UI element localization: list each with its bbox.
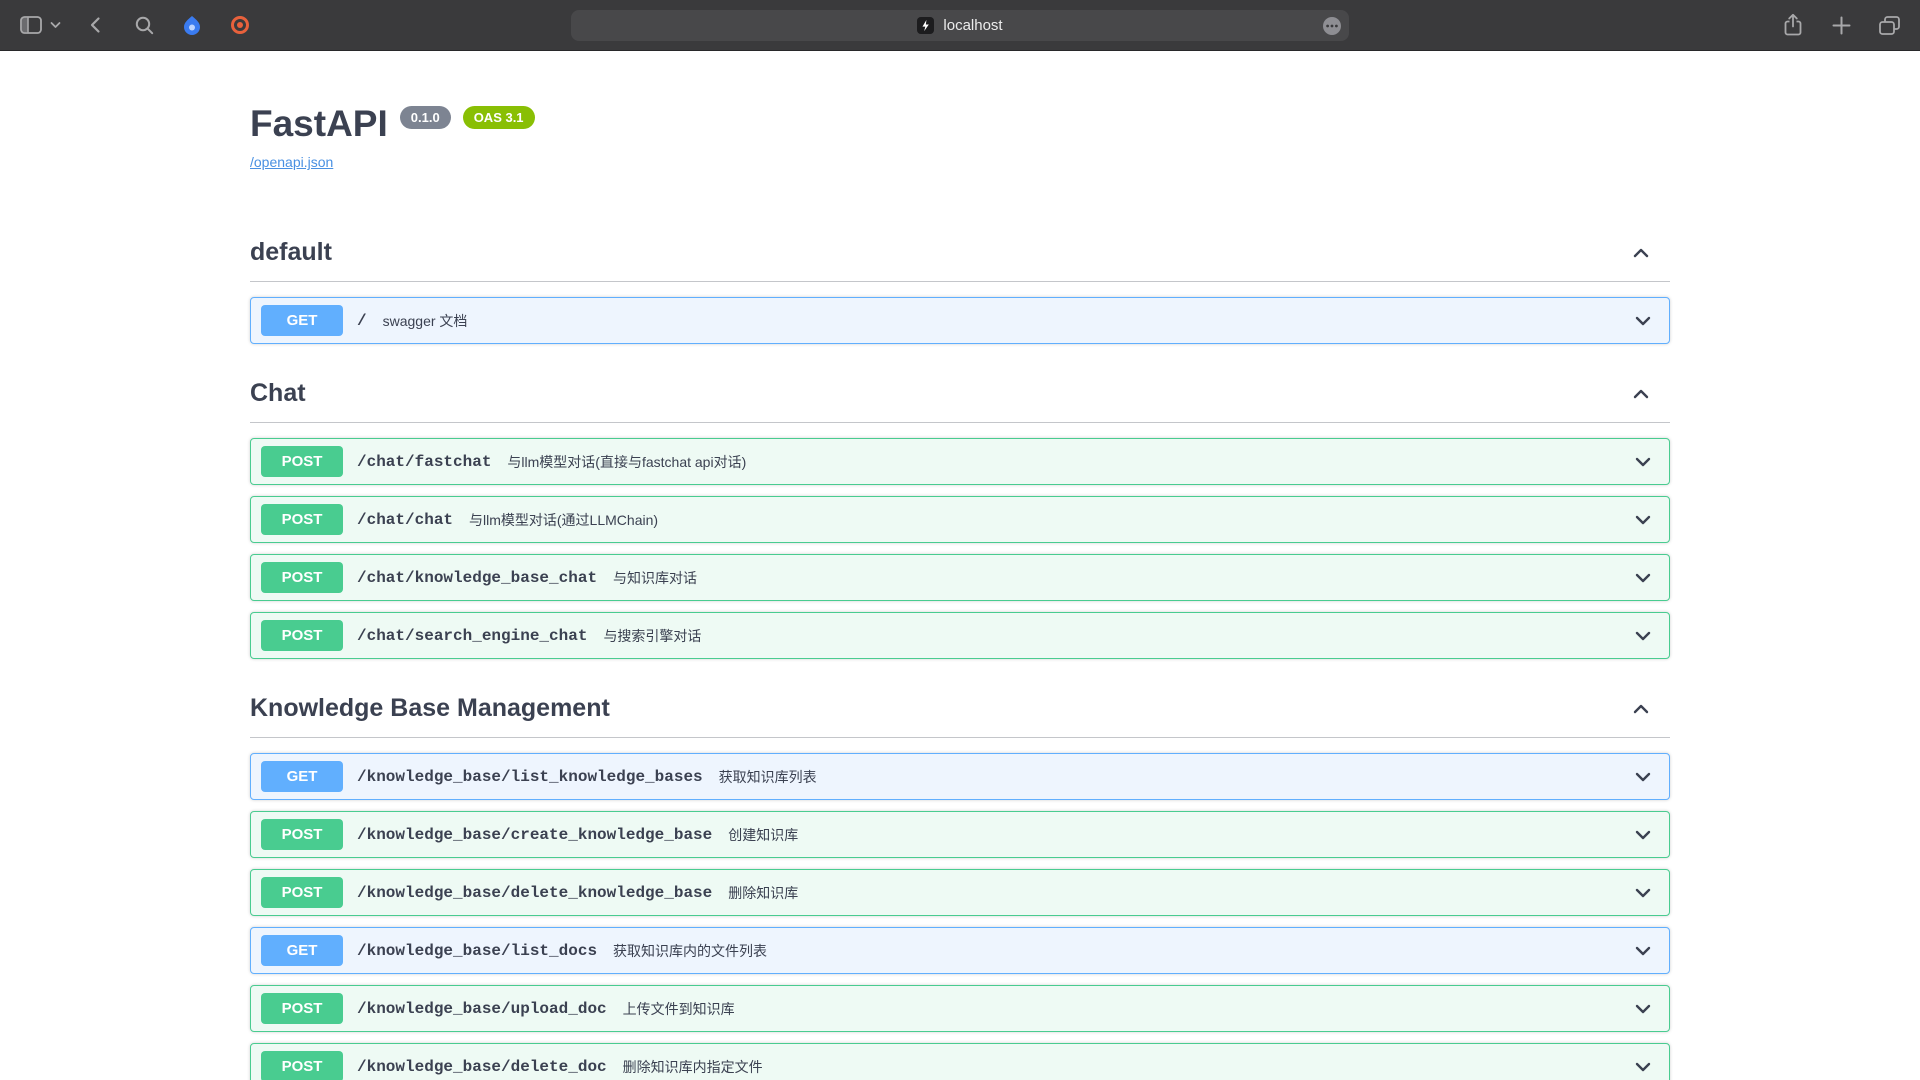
endpoint-description: 上传文件到知识库 — [623, 999, 735, 1019]
api-info: FastAPI 0.1.0 OAS 3.1 /openapi.json — [250, 51, 1670, 172]
api-sections: default GET / swagger 文档 Chat POST/chat/fastc… — [250, 230, 1670, 1080]
method-badge: POST — [261, 877, 343, 908]
method-badge: POST — [261, 1051, 343, 1080]
chevron-down-icon[interactable] — [1627, 451, 1659, 473]
endpoint-path: / — [357, 312, 367, 330]
search-icon[interactable] — [131, 8, 157, 42]
section-title: default — [250, 238, 332, 267]
section-title: Chat — [250, 379, 306, 408]
endpoint-row[interactable]: POST/knowledge_base/create_knowledge_bas… — [250, 811, 1670, 858]
method-badge: POST — [261, 620, 343, 651]
method-badge: POST — [261, 819, 343, 850]
endpoint-row[interactable]: POST/chat/knowledge_base_chat 与知识库对话 — [250, 554, 1670, 601]
chevron-down-icon[interactable] — [1627, 882, 1659, 904]
method-badge: POST — [261, 446, 343, 477]
page-settings-icon[interactable] — [1322, 16, 1342, 40]
sidebar-chevron-down-icon[interactable] — [49, 8, 61, 42]
endpoint-path: /knowledge_base/list_knowledge_bases — [357, 768, 703, 786]
endpoint-description: 与知识库对话 — [613, 568, 697, 588]
new-tab-icon[interactable] — [1828, 8, 1854, 42]
endpoint-description: 获取知识库内的文件列表 — [613, 941, 767, 961]
share-icon[interactable] — [1780, 8, 1806, 42]
endpoint-description: 获取知识库列表 — [719, 767, 817, 787]
site-favicon — [917, 17, 934, 34]
extension-record-icon[interactable] — [227, 8, 253, 42]
method-badge: GET — [261, 761, 343, 792]
method-badge: POST — [261, 504, 343, 535]
endpoint-row[interactable]: GET / swagger 文档 — [250, 297, 1670, 344]
address-bar[interactable]: localhost — [571, 10, 1349, 41]
endpoint-row[interactable]: POST/knowledge_base/upload_doc 上传文件到知识库 — [250, 985, 1670, 1032]
section-header[interactable]: Knowledge Base Management — [250, 686, 1670, 738]
endpoint-path: /chat/fastchat — [357, 453, 491, 471]
endpoint-row[interactable]: POST/chat/chat 与llm模型对话(通过LLMChain) — [250, 496, 1670, 543]
endpoint-row[interactable]: GET/knowledge_base/list_docs 获取知识库内的文件列表 — [250, 927, 1670, 974]
url-text: localhost — [943, 17, 1002, 34]
section-title: Knowledge Base Management — [250, 694, 610, 723]
endpoint-path: /knowledge_base/list_docs — [357, 942, 597, 960]
endpoint-description: 删除知识库内指定文件 — [623, 1057, 763, 1077]
method-badge: GET — [261, 935, 343, 966]
endpoint-row[interactable]: POST/knowledge_base/delete_knowledge_bas… — [250, 869, 1670, 916]
chevron-down-icon[interactable] — [1627, 310, 1659, 332]
tab-overview-icon[interactable] — [1876, 8, 1902, 42]
toolbar-left-group — [18, 8, 253, 42]
section-header[interactable]: default — [250, 230, 1670, 282]
endpoint-row[interactable]: POST/chat/fastchat 与llm模型对话(直接与fastchat a… — [250, 438, 1670, 485]
endpoint-path: /chat/search_engine_chat — [357, 627, 587, 645]
toolbar-right-group — [1780, 8, 1902, 42]
chevron-down-icon[interactable] — [1627, 625, 1659, 647]
chevron-down-icon[interactable] — [1627, 940, 1659, 962]
openapi-json-link[interactable]: /openapi.json — [250, 154, 333, 170]
chevron-up-icon[interactable] — [1630, 383, 1668, 405]
api-section: default GET / swagger 文档 — [250, 230, 1670, 344]
endpoint-description: 与llm模型对话(直接与fastchat api对话) — [507, 452, 746, 472]
endpoint-path: /chat/knowledge_base_chat — [357, 569, 597, 587]
chevron-down-icon[interactable] — [1627, 824, 1659, 846]
method-badge: POST — [261, 993, 343, 1024]
browser-toolbar: localhost — [0, 0, 1920, 51]
endpoint-path: /knowledge_base/delete_doc — [357, 1058, 607, 1076]
endpoint-path: /chat/chat — [357, 511, 453, 529]
page-body: FastAPI 0.1.0 OAS 3.1 /openapi.json defa… — [0, 51, 1920, 1080]
chevron-down-icon[interactable] — [1627, 766, 1659, 788]
endpoint-row[interactable]: POST/knowledge_base/delete_doc 删除知识库内指定文件 — [250, 1043, 1670, 1080]
endpoint-row[interactable]: GET/knowledge_base/list_knowledge_bases 获… — [250, 753, 1670, 800]
section-header[interactable]: Chat — [250, 371, 1670, 423]
oas-badge: OAS 3.1 — [463, 106, 535, 129]
endpoint-description: 删除知识库 — [728, 883, 798, 903]
back-icon[interactable] — [83, 8, 109, 42]
extension-blue-icon[interactable] — [179, 8, 205, 42]
version-badge: 0.1.0 — [400, 106, 451, 129]
api-section: Chat POST/chat/fastchat 与llm模型对话(直接与fastch… — [250, 371, 1670, 659]
chevron-up-icon[interactable] — [1630, 698, 1668, 720]
sidebar-toggle-icon[interactable] — [18, 8, 44, 42]
endpoint-description: 创建知识库 — [728, 825, 798, 845]
method-badge: GET — [261, 305, 343, 336]
chevron-down-icon[interactable] — [1627, 567, 1659, 589]
endpoint-description: 与搜索引擎对话 — [603, 626, 701, 646]
endpoint-description: swagger 文档 — [383, 311, 468, 331]
method-badge: POST — [261, 562, 343, 593]
endpoint-path: /knowledge_base/delete_knowledge_base — [357, 884, 712, 902]
endpoint-row[interactable]: POST/chat/search_engine_chat 与搜索引擎对话 — [250, 612, 1670, 659]
chevron-up-icon[interactable] — [1630, 242, 1668, 264]
page-title: FastAPI — [250, 103, 388, 145]
chevron-down-icon[interactable] — [1627, 998, 1659, 1020]
endpoint-path: /knowledge_base/create_knowledge_base — [357, 826, 712, 844]
endpoint-description: 与llm模型对话(通过LLMChain) — [469, 510, 658, 530]
chevron-down-icon[interactable] — [1627, 1056, 1659, 1078]
endpoint-path: /knowledge_base/upload_doc — [357, 1000, 607, 1018]
chevron-down-icon[interactable] — [1627, 509, 1659, 531]
api-section: Knowledge Base Management GET/knowledge_b… — [250, 686, 1670, 1080]
